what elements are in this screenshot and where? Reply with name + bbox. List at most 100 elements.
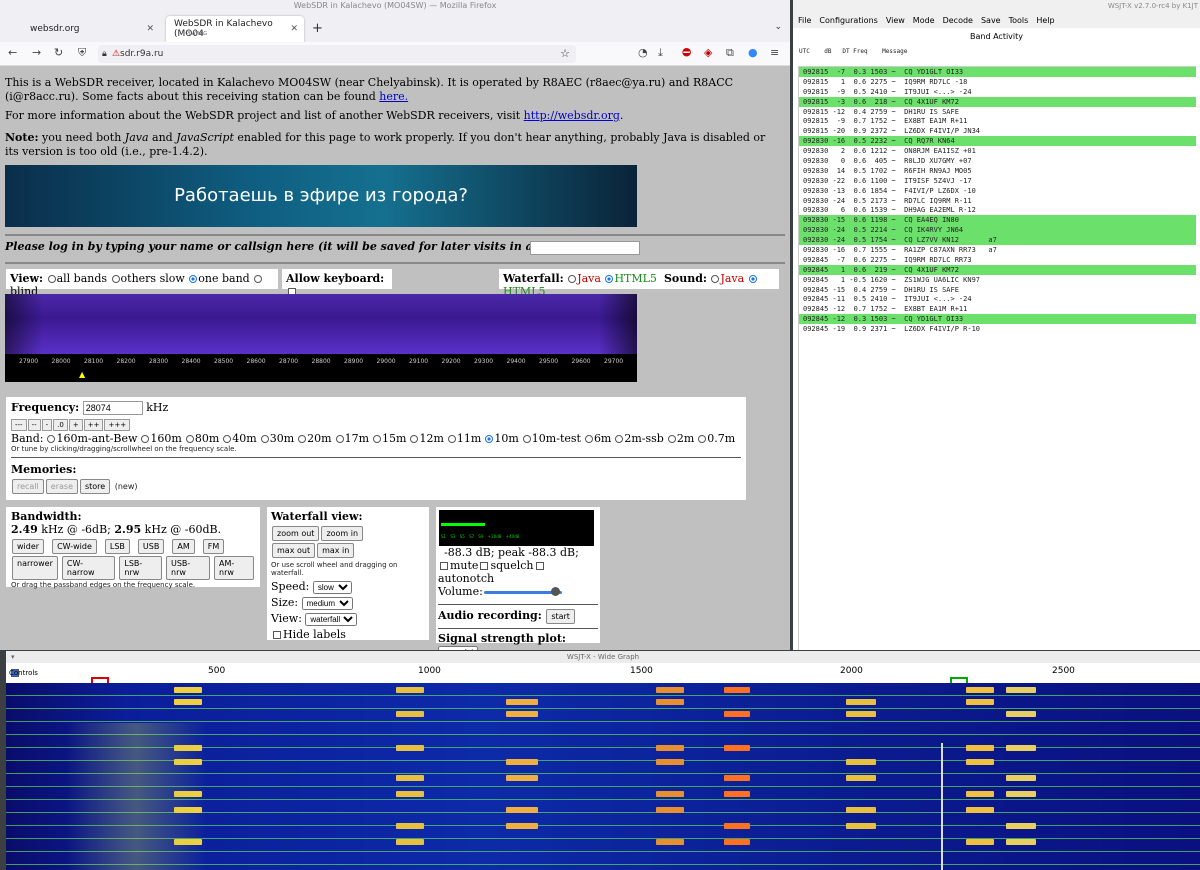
url-input[interactable]: 🔒︎ ⚠︎ sdr.r9a.ru ☆ (98, 45, 576, 63)
decode-row[interactable]: 092830 -16 0.5 2232 ~ CQ RQ7R KN64 (799, 136, 1196, 147)
frequency-scale[interactable]: 27900 28000 28100 28200 28300 28400 28500 28600… (5, 354, 637, 382)
bandwidth-cw-narrow-button[interactable]: CW-narrow (61, 556, 116, 580)
volume-slider-handle[interactable] (550, 587, 560, 596)
decode-row[interactable]: 092845 -7 0.6 2275 ~ IQ9RM RD7LC RR73 (799, 255, 1196, 265)
decode-row[interactable]: 092815 -7 0.3 1503 ~ CQ YD1GLT OI33 (799, 67, 1196, 77)
menu-mode[interactable]: Mode (913, 16, 935, 25)
squelch-checkbox[interactable] (480, 562, 489, 570)
band-radio-11m[interactable] (447, 435, 456, 443)
zoom-out-button[interactable]: zoom out (272, 526, 320, 541)
band-radio-17m[interactable] (335, 435, 344, 443)
max-out-button[interactable]: max out (272, 543, 316, 558)
decode-row[interactable]: 092830 -22 0.6 1100 ~ IT9ISF 5Z4VJ -17 (799, 176, 1196, 186)
decode-row[interactable]: 092815 -9 0.5 2410 ~ IT9JUI <...> -24 (799, 87, 1196, 97)
band-radio-10m[interactable] (485, 435, 494, 443)
decode-row[interactable]: 092830 -24 0.5 2173 ~ RD7LC IQ9RM R-11 (799, 196, 1196, 206)
step-button[interactable]: + (68, 419, 83, 431)
decode-row[interactable]: 092830 -15 0.6 1198 ~ CQ EA4EQ IN80 (799, 215, 1196, 226)
menu-tools[interactable]: Tools (1009, 16, 1029, 25)
chevron-down-icon[interactable]: ▾ (11, 651, 15, 663)
back-icon[interactable]: ← (8, 46, 17, 59)
view-others-slow-radio[interactable] (111, 275, 120, 283)
sound-html5-radio[interactable] (748, 275, 757, 283)
band-radio-6m[interactable] (584, 435, 593, 443)
menu-save[interactable]: Save (981, 16, 1001, 25)
ublock-icon[interactable]: ◈ (704, 46, 712, 59)
band-radio-20m[interactable] (298, 435, 307, 443)
view-all-bands-radio[interactable] (47, 275, 56, 283)
band-radio-2m-ssb[interactable] (615, 435, 624, 443)
step-button[interactable]: - (41, 419, 53, 431)
sound-java-radio[interactable] (711, 275, 720, 283)
step-button[interactable]: -- (27, 419, 41, 431)
bandwidth-lsb-nrw-button[interactable]: LSB-nrw (119, 556, 162, 580)
frequency-ruler[interactable]: Controls 500 1000 1500 2000 2500 (6, 663, 1200, 683)
close-icon[interactable]: ✕ (290, 24, 298, 34)
step-button[interactable]: ++ (83, 419, 104, 431)
band-radio-2m[interactable] (667, 435, 676, 443)
view-blind-radio[interactable] (254, 275, 263, 283)
tab-websdr-kalachevo[interactable]: WebSDR in Kalachevo (MO04 PLAYING ✕ (166, 16, 304, 42)
download-icon[interactable]: ⤓ (658, 46, 663, 60)
decode-row[interactable]: 092830 -24 0.5 1754 ~ CQ LZ7VV KN12 a7 (799, 235, 1196, 246)
bandwidth-fm-button[interactable]: FM (202, 539, 225, 554)
chevron-down-icon[interactable]: ⌄ (774, 22, 782, 32)
extensions-icon[interactable]: ⧉ (726, 46, 734, 60)
callsign-input[interactable] (530, 241, 640, 255)
websdr-link[interactable]: http://websdr.org (524, 109, 620, 122)
decode-row[interactable]: 092815 -3 0.6 218 ~ CQ 4X1UF KM72 (799, 96, 1196, 107)
menu-file[interactable]: File (798, 16, 811, 25)
band-radio-10m-test[interactable] (522, 435, 531, 443)
band-radio-30m[interactable] (260, 435, 269, 443)
passband-marker[interactable]: ▲ (79, 370, 85, 379)
view-select[interactable]: waterfall (305, 613, 358, 626)
decode-row[interactable]: 092830 -13 0.6 1854 ~ F4IVI/P LZ6DX -10 (799, 186, 1196, 196)
bandwidth-usb-button[interactable]: USB (137, 539, 165, 554)
band-activity-list[interactable]: 092815 -7 0.3 1503 ~ CQ YD1GLT OI33 09281… (798, 66, 1196, 650)
menu-icon[interactable]: ≡ (770, 46, 779, 59)
decode-row[interactable]: 092845 1 0.6 219 ~ CQ 4X1UF KM72 (799, 264, 1196, 275)
here-link[interactable]: here. (379, 90, 408, 103)
waterfall-java-radio[interactable] (568, 275, 577, 283)
bandwidth-narrower-button[interactable]: narrower (12, 556, 58, 580)
bandwidth-am-nrw-button[interactable]: AM-nrw (214, 556, 255, 580)
close-icon[interactable]: ✕ (146, 24, 154, 34)
decode-row[interactable]: 092815 -20 0.9 2372 ~ LZ6DX F4IVI/P JN34 (799, 126, 1196, 136)
frequency-input[interactable] (82, 401, 143, 415)
bandwidth-cw-wide-button[interactable]: CW-wide (52, 539, 97, 554)
waterfall-display[interactable] (5, 294, 637, 354)
decode-row[interactable]: 092815 1 0.6 2275 ~ IQ9RM RD7LC -18 (799, 77, 1196, 87)
decode-row[interactable]: 092845 -19 0.9 2371 ~ LZ6DX F4IVI/P R-10 (799, 324, 1196, 334)
reload-icon[interactable]: ↻ (54, 46, 63, 59)
band-radio-15m[interactable] (373, 435, 382, 443)
zoom-in-button[interactable]: zoom in (321, 526, 364, 541)
ad-banner[interactable]: Работаешь в эфире из города? (5, 165, 637, 227)
decode-row[interactable]: 092830 0 0.6 405 ~ R0LJD XU7GMY +07 (799, 156, 1196, 166)
sdr-waterfall[interactable]: 27900 28000 28100 28200 28300 28400 28500 28600… (5, 294, 637, 382)
bandwidth-wider-button[interactable]: wider (12, 539, 45, 554)
hide-labels-checkbox[interactable] (273, 631, 281, 639)
decode-row[interactable]: 092830 -16 0.7 1555 ~ RA1ZP C87AXN RR73 … (799, 245, 1196, 255)
band-radio-12m[interactable] (410, 435, 419, 443)
bandwidth-am-button[interactable]: AM (172, 539, 195, 554)
autonotch-checkbox[interactable] (535, 562, 544, 570)
bandwidth-usb-nrw-button[interactable]: USB-nrw (166, 556, 211, 580)
bandwidth-lsb-button[interactable]: LSB (104, 539, 130, 554)
decode-row[interactable]: 092830 6 0.6 1539 ~ DH9AG EA2EML R-12 (799, 205, 1196, 215)
step-button[interactable]: --- (11, 419, 27, 431)
wide-graph-waterfall[interactable] (6, 683, 1200, 870)
speed-select[interactable]: slow (312, 581, 352, 594)
band-radio-160m-ant-Bew[interactable] (47, 435, 56, 443)
decode-row[interactable]: 092845 -15 0.4 2759 ~ DH1RU IS SAFE (799, 285, 1196, 295)
forward-icon[interactable]: → (32, 46, 41, 59)
max-in-button[interactable]: max in (317, 543, 355, 558)
decode-row[interactable]: 092845 -11 0.5 2410 ~ IT9JUI <...> -24 (799, 294, 1196, 304)
decode-row[interactable]: 092830 14 0.5 1702 ~ R6FIH RN9AJ MO05 (799, 166, 1196, 176)
decode-row[interactable]: 092845 -12 0.7 1752 ~ EX8BT EA1M R+11 (799, 304, 1196, 314)
blocker-icon[interactable]: ⛔︎ (682, 46, 691, 60)
step-button[interactable]: +++ (104, 419, 131, 431)
band-radio-80m[interactable] (185, 435, 194, 443)
decode-row[interactable]: 092830 2 0.6 1212 ~ ON8RJM EA1ISZ +01 (799, 146, 1196, 156)
bookmark-star-icon[interactable]: ☆ (560, 45, 570, 63)
step-button[interactable]: .0 (53, 419, 68, 431)
